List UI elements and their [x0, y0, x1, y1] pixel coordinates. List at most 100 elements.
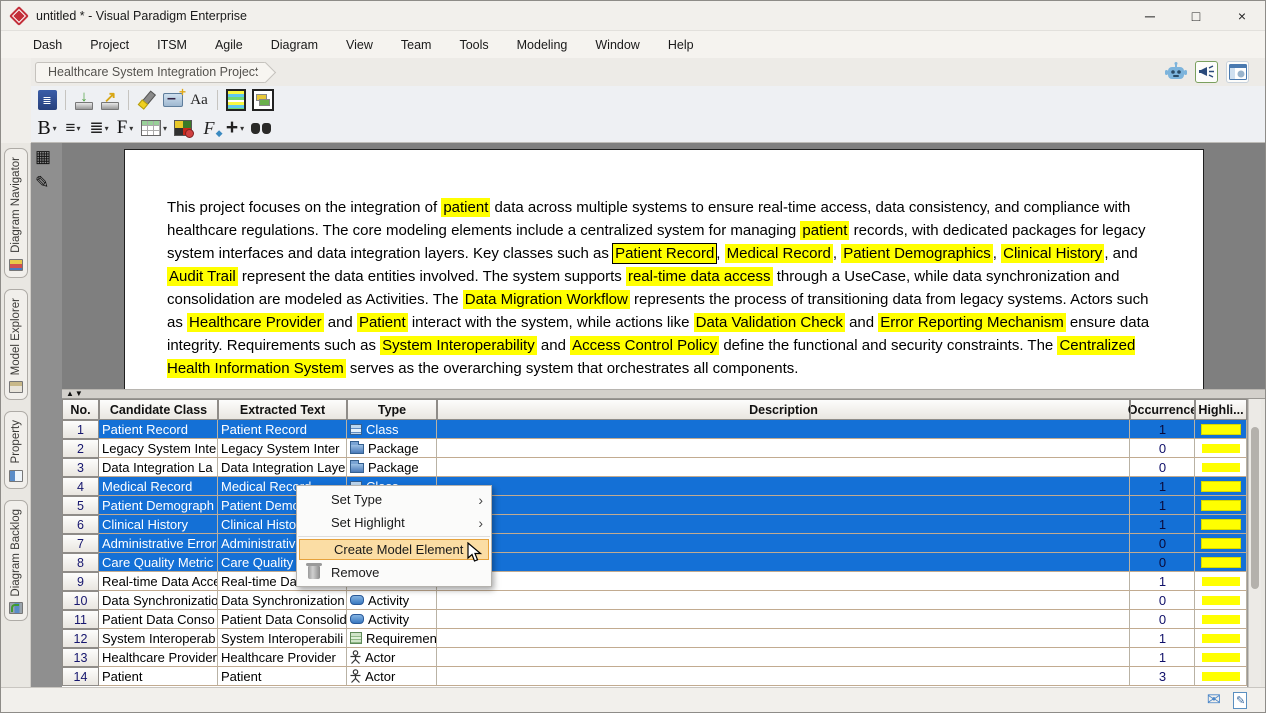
add-icon[interactable]: +▾ — [223, 116, 247, 140]
align-icon[interactable]: ≡▾ — [61, 116, 85, 140]
highlighted-term[interactable]: Audit Trail — [167, 267, 238, 286]
table-row[interactable]: 8Care Quality MetricCare Quality MetricC… — [62, 553, 1247, 572]
highlighted-term[interactable]: patient — [800, 221, 849, 240]
highlight-color-cell[interactable] — [1195, 610, 1247, 629]
highlight-color-cell[interactable] — [1195, 591, 1247, 610]
highlight-color-cell[interactable] — [1195, 496, 1247, 515]
highlighter-icon[interactable] — [135, 88, 159, 112]
highlighted-term[interactable]: patient — [441, 198, 490, 217]
font-icon[interactable]: F▾ — [113, 116, 137, 140]
table-scrollbar[interactable] — [1248, 399, 1261, 687]
message-icon[interactable]: ✉ — [1207, 690, 1221, 710]
insert-table-icon[interactable]: ▾ — [139, 116, 169, 140]
highlighted-term[interactable]: Patient Demographics — [841, 244, 993, 263]
context-menu-item-set-highlight[interactable]: Set Highlight› — [297, 511, 491, 534]
table-row[interactable]: 2Legacy System InteLegacy System InterPa… — [62, 439, 1247, 458]
table-row[interactable]: 10Data SynchronizatioData Synchronizatio… — [62, 591, 1247, 610]
collapse-expand-arrows[interactable]: ▲▼ — [66, 390, 84, 398]
export-icon[interactable]: ↗ — [98, 88, 122, 112]
table-row[interactable]: 12System InteroperabSystem Interoperabil… — [62, 629, 1247, 648]
highlighted-term[interactable]: Error Reporting Mechanism — [878, 313, 1065, 332]
highlight-color-cell[interactable] — [1195, 458, 1247, 477]
highlighter-tool-icon[interactable]: ✎ — [35, 173, 49, 193]
column-header-type[interactable]: Type — [347, 399, 437, 420]
maximize-button[interactable]: □ — [1173, 1, 1219, 30]
menu-item-view[interactable]: View — [332, 34, 387, 56]
table-row[interactable]: 1Patient RecordPatient RecordClass1 — [62, 420, 1247, 439]
table-row[interactable]: 11Patient Data ConsoPatient Data Consoli… — [62, 610, 1247, 629]
highlight-color-cell[interactable] — [1195, 572, 1247, 591]
highlighted-term[interactable]: Patient — [357, 313, 408, 332]
highlighted-term[interactable]: Access Control Policy — [570, 336, 719, 355]
find-icon[interactable] — [249, 116, 273, 140]
table-row[interactable]: 5Patient DemographPatient DemographicCla… — [62, 496, 1247, 515]
text-analysis-view-icon[interactable] — [224, 88, 248, 112]
highlighted-term[interactable]: real-time data access — [626, 267, 773, 286]
edit-document-icon[interactable] — [1233, 692, 1247, 709]
import-icon[interactable]: ↓ — [72, 88, 96, 112]
highlight-color-cell[interactable] — [1195, 515, 1247, 534]
sidebar-tab-diagram-navigator[interactable]: Diagram Navigator — [4, 148, 28, 278]
diagram-view-icon[interactable] — [250, 88, 276, 112]
close-button[interactable]: × — [1219, 1, 1265, 30]
highlight-color-cell[interactable] — [1195, 553, 1247, 572]
scrollbar-thumb[interactable] — [1251, 427, 1259, 589]
formula-icon[interactable]: F — [197, 116, 221, 140]
context-menu-item-remove[interactable]: Remove — [297, 561, 491, 584]
column-header-occurrence[interactable]: Occurrence — [1130, 399, 1195, 420]
table-row[interactable]: 4Medical RecordMedical RecordClass1 — [62, 477, 1247, 496]
highlight-color-cell[interactable] — [1195, 420, 1247, 439]
column-header-extractedtext[interactable]: Extracted Text — [218, 399, 347, 420]
menu-item-help[interactable]: Help — [654, 34, 708, 56]
highlight-color-cell[interactable] — [1195, 629, 1247, 648]
menu-item-window[interactable]: Window — [581, 34, 653, 56]
column-header-no[interactable]: No. — [62, 399, 99, 420]
menu-item-tools[interactable]: Tools — [445, 34, 502, 56]
table-row[interactable]: 7Administrative ErrorAdministrative Erro… — [62, 534, 1247, 553]
menu-item-diagram[interactable]: Diagram — [257, 34, 332, 56]
highlight-color-cell[interactable] — [1195, 439, 1247, 458]
table-row[interactable]: 13Healthcare ProviderHealthcare Provider… — [62, 648, 1247, 667]
highlighted-term[interactable]: Patient Record — [613, 244, 716, 263]
context-menu-item-set-type[interactable]: Set Type› — [297, 488, 491, 511]
layout-panel-icon[interactable] — [1226, 61, 1249, 83]
highlighted-term[interactable]: Medical Record — [725, 244, 833, 263]
sidebar-tab-diagram-backlog[interactable]: Diagram Backlog — [4, 500, 28, 622]
menu-item-dash[interactable]: Dash — [19, 34, 76, 56]
column-header-highli[interactable]: Highli... — [1195, 399, 1247, 420]
menu-item-agile[interactable]: Agile — [201, 34, 257, 56]
new-candidate-window-icon[interactable] — [161, 88, 185, 112]
bullet-list-icon[interactable]: ≣▾ — [87, 116, 111, 140]
highlight-color-cell[interactable] — [1195, 667, 1247, 686]
highlight-color-cell[interactable] — [1195, 648, 1247, 667]
menu-item-team[interactable]: Team — [387, 34, 446, 56]
export-document-icon[interactable]: ≣ — [35, 88, 59, 112]
breadcrumb[interactable]: Healthcare System Integration Project — [35, 62, 265, 83]
panel-splitter[interactable]: ▲▼ — [62, 389, 1265, 399]
grid-icon[interactable]: ▦ — [35, 147, 51, 167]
text-style-icon[interactable]: Aa — [187, 88, 211, 112]
highlighted-term[interactable]: Data Validation Check — [694, 313, 845, 332]
bold-icon[interactable]: B▾ — [35, 116, 59, 140]
table-row[interactable]: 3Data Integration LaData Integration Lay… — [62, 458, 1247, 477]
menu-item-project[interactable]: Project — [76, 34, 143, 56]
menu-item-itsm[interactable]: ITSM — [143, 34, 201, 56]
highlighted-term[interactable]: Clinical History — [1001, 244, 1104, 263]
ai-assistant-icon[interactable] — [1164, 61, 1187, 83]
fill-color-icon[interactable] — [171, 116, 195, 140]
highlighted-term[interactable]: Healthcare Provider — [187, 313, 324, 332]
highlighted-term[interactable]: System Interoperability — [380, 336, 537, 355]
column-header-description[interactable]: Description — [437, 399, 1130, 420]
highlight-color-cell[interactable] — [1195, 534, 1247, 553]
table-row[interactable]: 14PatientPatientActor3 — [62, 667, 1247, 686]
minimize-button[interactable]: ─ — [1127, 1, 1173, 30]
sidebar-tab-model-explorer[interactable]: Model Explorer — [4, 289, 28, 400]
column-header-candidateclass[interactable]: Candidate Class — [99, 399, 218, 420]
highlight-color-cell[interactable] — [1195, 477, 1247, 496]
sidebar-tab-property[interactable]: Property — [4, 411, 28, 488]
table-row[interactable]: 6Clinical HistoryClinical HistoryClass1 — [62, 515, 1247, 534]
menu-item-modeling[interactable]: Modeling — [503, 34, 582, 56]
table-row[interactable]: 9Real-time Data AcceReal-time Data Acces… — [62, 572, 1247, 591]
announcement-icon[interactable] — [1195, 61, 1218, 83]
context-menu-item-create-model-element[interactable]: Create Model Element — [299, 539, 489, 560]
